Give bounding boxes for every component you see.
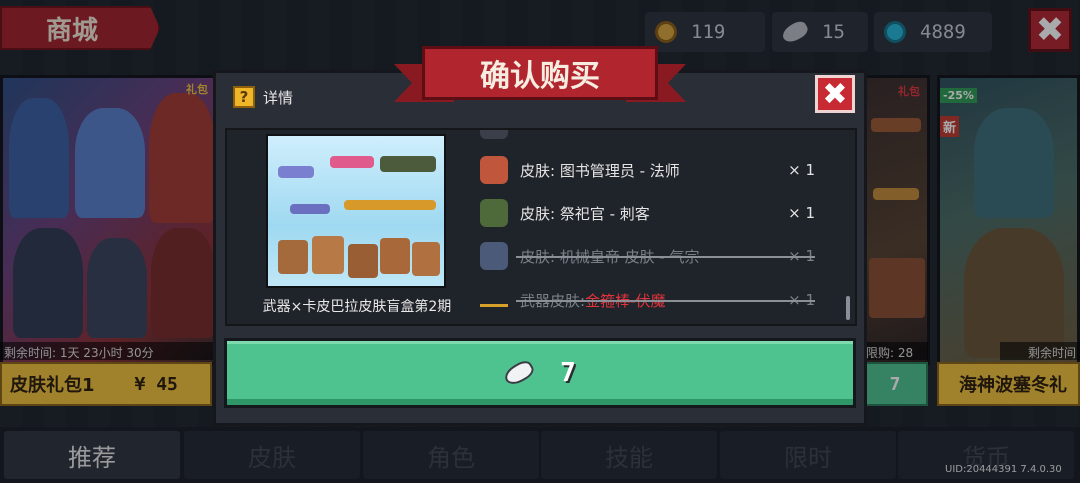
confirm-buy-button[interactable]: 7 xyxy=(224,338,856,408)
fish-icon xyxy=(501,357,537,389)
shop-screen: 商城 119 15 4889 ✖ 礼包 剩余时间: 1天 23小时 30分 皮肤… xyxy=(0,0,1080,483)
capybara-art xyxy=(278,240,308,274)
dialog-close-button[interactable]: ✖ xyxy=(815,75,855,113)
golden-staff-icon xyxy=(480,293,508,307)
list-item: 皮肤: 图书管理员 - 法师 × 1 xyxy=(480,152,815,188)
staff-weapon-art xyxy=(344,200,436,210)
details-label: 详情 xyxy=(263,88,294,107)
capybara-art xyxy=(380,238,410,274)
reward-list-scrollbar[interactable] xyxy=(846,296,850,320)
list-item: 武器皮肤: 金箍棒-伏魔 × 1 xyxy=(480,282,815,318)
item-label-prefix: 武器皮肤: xyxy=(520,291,586,310)
arrow-weapon-art xyxy=(330,156,374,168)
item-qty: × 1 xyxy=(788,161,815,179)
item-label-highlight: 金箍棒-伏魔 xyxy=(585,291,666,310)
rocket-weapon-art xyxy=(380,156,436,172)
item-label: 皮肤: 机械皇帝 皮肤 - 气宗 xyxy=(520,247,700,266)
details-header: ? 详情 xyxy=(233,86,293,108)
item-label: 皮肤: 图书管理员 - 法师 xyxy=(520,161,680,180)
librarian-skin-icon xyxy=(480,156,508,184)
item-qty: × 1 xyxy=(788,204,815,222)
priest-skin-icon xyxy=(480,199,508,227)
blind-box-preview xyxy=(266,134,446,288)
list-item: 皮肤: 机械皇帝 皮肤 - 气宗 × 1 xyxy=(480,238,815,274)
item-qty: × 1 xyxy=(788,291,815,309)
mech-emperor-skin-icon xyxy=(480,242,508,270)
capybara-art xyxy=(348,244,378,278)
item-qty: × 1 xyxy=(788,247,815,265)
fish-weapon-art xyxy=(278,166,314,178)
buy-price: 7 xyxy=(560,358,576,388)
dialog-banner: 确认购买 xyxy=(394,46,686,108)
capybara-art xyxy=(412,242,440,276)
dialog-title: 确认购买 xyxy=(422,46,658,100)
list-item: 皮肤: 祭祀官 - 刺客 × 1 xyxy=(480,195,815,231)
fish-weapon-art xyxy=(290,204,330,214)
reward-list[interactable]: 皮肤: 图书管理员 - 法师 × 1 皮肤: 祭祀官 - 刺客 × 1 皮肤: … xyxy=(480,130,840,324)
list-item xyxy=(480,130,815,140)
help-icon[interactable]: ? xyxy=(233,86,255,108)
blind-box-name: 武器×卡皮巴拉皮肤盲盒第2期 xyxy=(262,299,452,315)
item-label: 皮肤: 祭祀官 - 刺客 xyxy=(520,204,650,223)
capybara-art xyxy=(312,236,344,274)
item-icon xyxy=(480,130,508,139)
